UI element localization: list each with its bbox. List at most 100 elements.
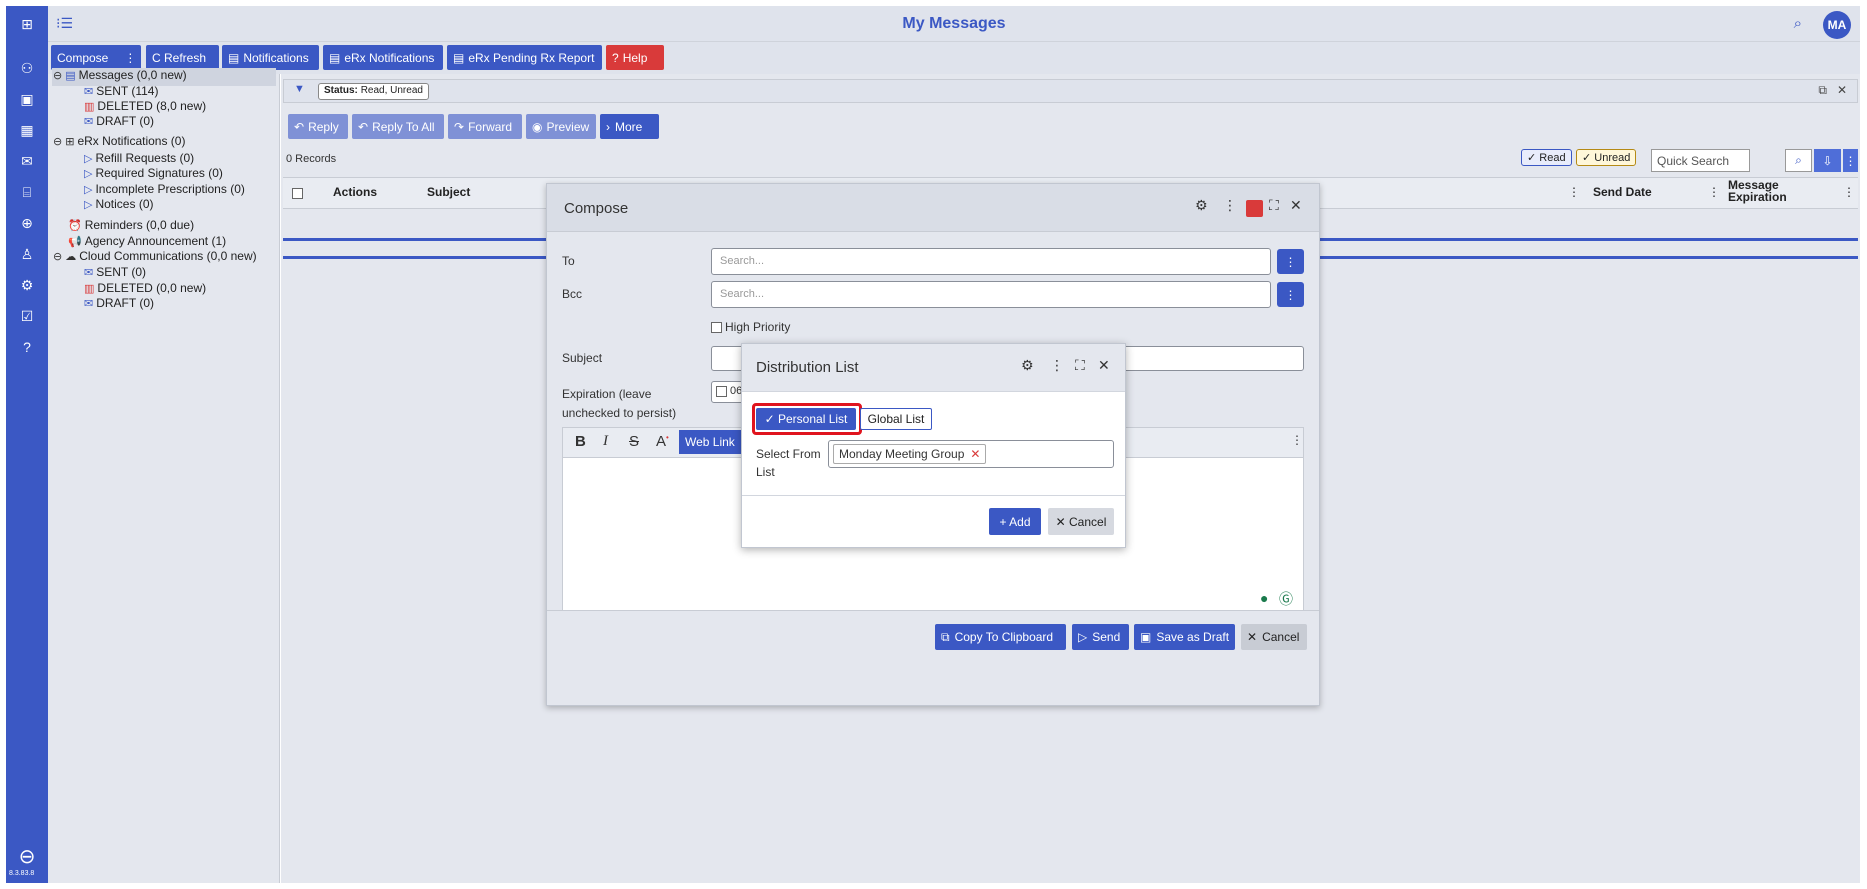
- compose-more-icon[interactable]: ⋮: [124, 51, 136, 65]
- grammarly-icon[interactable]: Ⓖ: [1279, 589, 1293, 609]
- save-draft-button[interactable]: ▣ Save as Draft: [1134, 624, 1235, 650]
- col-menu-icon[interactable]: ⋮: [1708, 185, 1720, 199]
- medical-case-icon[interactable]: ⊕: [17, 213, 37, 233]
- compose-button[interactable]: Compose ⋮: [51, 45, 141, 70]
- tree-item-cloud[interactable]: ⊖ ☁ Cloud Communications (0,0 new): [53, 249, 257, 263]
- status-filter-chip[interactable]: Status: Read, Unread: [318, 83, 429, 100]
- maximize-icon[interactable]: ⛶: [1075, 357, 1085, 374]
- tree-item-agency[interactable]: 📢 Agency Announcement (1): [68, 234, 226, 248]
- sitemap-icon[interactable]: ⚇: [17, 58, 37, 78]
- tree-item-sent[interactable]: ✉ SENT (114): [84, 84, 158, 98]
- gear-icon[interactable]: ⚙: [1021, 357, 1034, 374]
- col-send-date[interactable]: Send Date: [1593, 185, 1652, 199]
- copy-close-icons[interactable]: ⧉ ✕: [1818, 83, 1847, 98]
- tree-item-cloud-deleted[interactable]: ▥ DELETED (0,0 new): [84, 281, 206, 295]
- bcc-options-button[interactable]: ⋮: [1277, 282, 1304, 307]
- close-icon[interactable]: ✕: [1290, 197, 1302, 214]
- help-button[interactable]: ? Help: [606, 45, 664, 70]
- alert-icon[interactable]: [1246, 200, 1263, 217]
- cancel-button[interactable]: ✕ Cancel: [1048, 508, 1114, 535]
- bold-icon[interactable]: B: [575, 433, 586, 450]
- select-all-checkbox[interactable]: [292, 188, 303, 199]
- left-nav-sidebar: ⊞ ⚇ ▣ ▦ ✉ ⌸ ⊕ ♙ ⚙ ☑ ? ⊖ 8.3.83.8: [6, 6, 48, 883]
- gear-icon[interactable]: ⚙: [1195, 197, 1208, 214]
- editor-options-icon[interactable]: ⋮: [1291, 433, 1303, 447]
- reply-icon: ↶: [294, 119, 305, 134]
- compose-cancel-button[interactable]: ✕ Cancel: [1241, 624, 1307, 650]
- tree-item-required-signatures[interactable]: ▷ Required Signatures (0): [84, 166, 223, 180]
- bcc-input[interactable]: Search...: [711, 281, 1271, 308]
- help-icon[interactable]: ?: [17, 337, 37, 357]
- high-priority-checkbox[interactable]: [711, 322, 722, 334]
- send-button[interactable]: ▷ Send: [1072, 624, 1129, 650]
- export-icon[interactable]: ⇩: [1814, 149, 1841, 172]
- tree-item-reminders[interactable]: ⏰ Reminders (0,0 due): [68, 218, 194, 232]
- megaphone-icon: 📢: [68, 235, 82, 248]
- unread-filter-chip[interactable]: ✓ Unread: [1576, 149, 1637, 166]
- maximize-icon[interactable]: ⛶: [1269, 197, 1279, 214]
- preview-button[interactable]: ◉ Preview: [526, 114, 596, 139]
- erx-pending-report-button[interactable]: ▤ eRx Pending Rx Report: [447, 45, 602, 70]
- tree-item-cloud-sent[interactable]: ✉ SENT (0): [84, 265, 146, 279]
- more-button[interactable]: › More: [600, 114, 659, 139]
- col-menu-icon[interactable]: ⋮: [1843, 185, 1855, 199]
- web-link-button[interactable]: Web Link: [679, 430, 741, 454]
- high-priority-option[interactable]: High Priority: [711, 320, 790, 334]
- cloud-icon: ☁: [65, 250, 77, 263]
- to-options-button[interactable]: ⋮: [1277, 249, 1304, 274]
- font-color-icon[interactable]: A•: [656, 433, 669, 450]
- search-icon[interactable]: ⌕: [1794, 15, 1802, 32]
- refresh-button[interactable]: C Refresh: [146, 45, 219, 70]
- reply-all-button[interactable]: ↶ Reply To All: [352, 114, 444, 139]
- tree-item-cloud-draft[interactable]: ✉ DRAFT (0): [84, 296, 154, 310]
- options-icon[interactable]: ⋮: [1843, 149, 1858, 172]
- add-button[interactable]: + Add: [989, 508, 1041, 535]
- reply-button[interactable]: ↶ Reply: [288, 114, 348, 139]
- message-icon: ▤: [65, 69, 76, 82]
- collapse-icon[interactable]: ⊖: [53, 69, 62, 82]
- collapse-icon[interactable]: ⊖: [53, 135, 62, 148]
- erx-notifications-button[interactable]: ▤ eRx Notifications: [323, 45, 443, 70]
- collapse-icon[interactable]: ⊖: [53, 250, 62, 263]
- settings-icon[interactable]: ⚙: [17, 275, 37, 295]
- tree-item-notices[interactable]: ▷ Notices (0): [84, 197, 153, 211]
- list-select[interactable]: Monday Meeting Group ✕: [828, 440, 1114, 468]
- close-icon[interactable]: ✕: [1098, 357, 1110, 374]
- notifications-button[interactable]: ▤ Notifications: [222, 45, 319, 70]
- col-menu-icon[interactable]: ⋮: [1568, 185, 1580, 199]
- strikethrough-icon[interactable]: S: [629, 433, 639, 450]
- calendar-icon[interactable]: ▦: [17, 120, 37, 140]
- to-input[interactable]: Search...: [711, 248, 1271, 275]
- col-expiration[interactable]: Message Expiration: [1728, 179, 1798, 203]
- tree-item-refill[interactable]: ▷ Refill Requests (0): [84, 151, 194, 165]
- forward-button[interactable]: ↷ Forward: [448, 114, 522, 139]
- avatar[interactable]: MA: [1823, 11, 1851, 39]
- tree-item-deleted[interactable]: ▥ DELETED (8,0 new): [84, 99, 206, 113]
- tree-item-draft[interactable]: ✉ DRAFT (0): [84, 114, 154, 128]
- building-icon[interactable]: ⌸: [17, 182, 37, 202]
- remove-tag-icon[interactable]: ✕: [970, 447, 980, 461]
- contact-card-icon[interactable]: ▣: [17, 89, 37, 109]
- tree-item-erx[interactable]: ⊖ ⊞ eRx Notifications (0): [53, 134, 185, 148]
- person-icon[interactable]: ♙: [17, 244, 37, 264]
- grid-icon[interactable]: ⊞: [17, 14, 37, 34]
- copy-to-clipboard-button[interactable]: ⧉ Copy To Clipboard: [935, 624, 1066, 650]
- tree-item-incomplete[interactable]: ▷ Incomplete Prescriptions (0): [84, 182, 245, 196]
- quick-search-input[interactable]: Quick Search: [1651, 149, 1750, 172]
- read-filter-chip[interactable]: ✓ Read: [1521, 149, 1572, 166]
- to-label: To: [562, 254, 575, 268]
- italic-icon[interactable]: I: [603, 433, 608, 450]
- logout-icon[interactable]: ⊖: [17, 846, 37, 868]
- filter-icon[interactable]: ▼: [294, 83, 305, 95]
- tree-item-messages[interactable]: ⊖ ▤ Messages (0,0 new): [53, 68, 187, 82]
- app-version: 8.3.83.8: [9, 870, 35, 877]
- col-subject[interactable]: Subject: [427, 185, 470, 199]
- mail-icon[interactable]: ✉: [17, 151, 37, 171]
- search-icon[interactable]: ⌕: [1785, 149, 1812, 172]
- location-pin-icon[interactable]: ●: [1260, 590, 1268, 606]
- expiration-checkbox[interactable]: [716, 385, 727, 397]
- options-icon[interactable]: ⋮: [1050, 357, 1064, 374]
- global-list-toggle[interactable]: Global List: [860, 408, 932, 430]
- checklist-icon[interactable]: ☑: [17, 306, 37, 326]
- options-icon[interactable]: ⋮: [1223, 197, 1237, 214]
